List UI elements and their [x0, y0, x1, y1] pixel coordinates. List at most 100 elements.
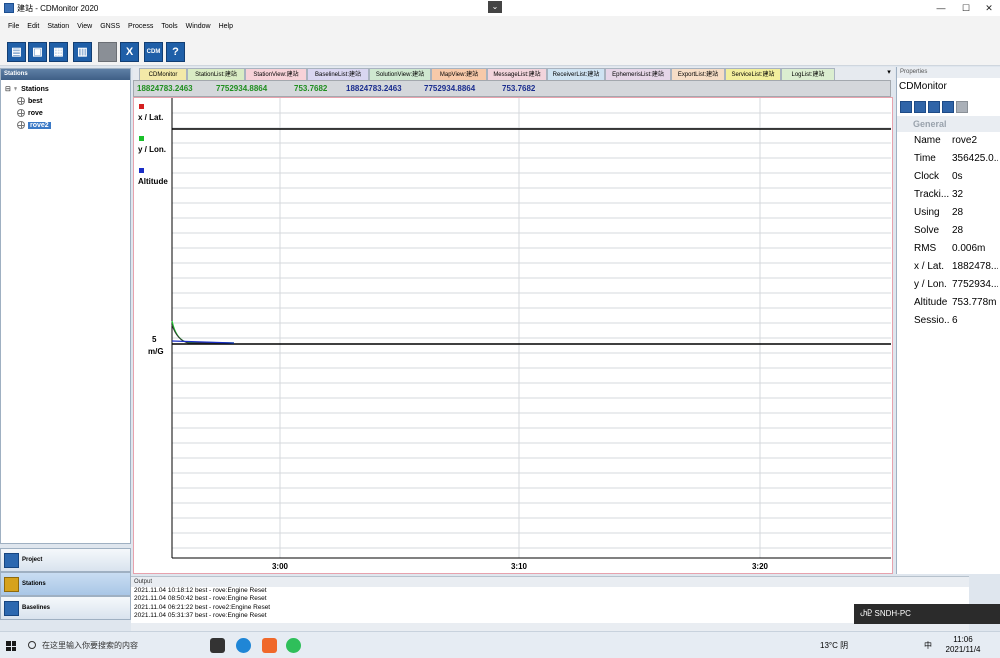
tab-overflow-icon[interactable]: ▾	[884, 68, 894, 78]
property-value: 0s	[952, 171, 963, 182]
tree-item-rove[interactable]: rove	[5, 107, 130, 119]
property-row[interactable]: Using 28	[897, 204, 1000, 222]
property-value: rove2	[952, 135, 978, 146]
legend-label: x / Lat.	[138, 113, 163, 122]
windows-start-icon[interactable]	[6, 641, 16, 651]
properties-group-general[interactable]: General	[897, 116, 1000, 132]
legend-swatch	[139, 104, 144, 109]
weather-widget[interactable]: 13°C 阴	[820, 640, 848, 651]
properties-grid: Name rove2 Time 356425.0... Clock 0s Tracki...…	[897, 132, 1000, 330]
property-row[interactable]: Name rove2	[897, 132, 1000, 150]
series-x-lat	[171, 324, 232, 344]
legend-label: y / Lon.	[138, 145, 166, 154]
property-row[interactable]: Clock 0s	[897, 168, 1000, 186]
tab-1[interactable]: StationList:建站	[187, 68, 245, 80]
tab-label: StationView:建站	[253, 72, 299, 78]
tab-label: StationList:建站	[195, 72, 237, 78]
property-row[interactable]: Time 356425.0...	[897, 150, 1000, 168]
tab-9[interactable]: ExportList:建站	[671, 68, 725, 80]
property-row[interactable]: x / Lat. 1882478...	[897, 258, 1000, 276]
properties-toolbar	[897, 98, 1000, 116]
tab-11[interactable]: LogList:建站	[781, 68, 835, 80]
clock[interactable]: 11:06 2021/11/4	[938, 635, 988, 655]
property-row[interactable]: Solve 28	[897, 222, 1000, 240]
wechat-icon[interactable]	[286, 638, 301, 653]
property-row[interactable]: y / Lon. 7752934...	[897, 276, 1000, 294]
events-icon[interactable]	[942, 101, 954, 113]
property-key: Name	[914, 135, 941, 146]
tree-item-best[interactable]: best	[5, 95, 130, 107]
close-button[interactable]: ✕	[978, 0, 1000, 16]
property-row[interactable]: Sessio... 6	[897, 312, 1000, 330]
property-pages-icon[interactable]	[956, 101, 968, 113]
taskview-icon[interactable]	[210, 638, 225, 653]
tab-3[interactable]: BaselineList:建站	[307, 68, 369, 80]
search-icon	[28, 641, 36, 649]
menu-process[interactable]: Process	[128, 23, 153, 30]
property-row[interactable]: Tracki... 32	[897, 186, 1000, 204]
log-line: 2021.11.04 10:18:12 best - rove:Engine R…	[134, 587, 267, 594]
close-project-icon[interactable]: X	[120, 42, 139, 62]
alphabetical-icon[interactable]	[914, 101, 926, 113]
taskbar-search[interactable]: 在这里输入你要搜索的内容	[26, 637, 198, 654]
project-button[interactable]: Project	[0, 548, 131, 572]
menu-gnss[interactable]: GNSS	[100, 23, 120, 30]
property-row[interactable]: RMS 0.006m	[897, 240, 1000, 258]
new-document-icon[interactable]: ▤	[7, 42, 26, 62]
coord-y-blue: 7752934.8864	[424, 84, 476, 93]
menu-edit[interactable]: Edit	[27, 23, 39, 30]
tab-5[interactable]: MapView:建站	[431, 68, 487, 80]
maximize-button[interactable]: ☐	[955, 0, 977, 16]
menu-file[interactable]: File	[8, 23, 19, 30]
app-icon-orange[interactable]	[262, 638, 277, 653]
tab-label: CDMonitor	[148, 72, 178, 78]
menu-station[interactable]: Station	[47, 23, 69, 30]
coord-alt-blue: 753.7682	[502, 84, 536, 93]
restore-down-icon[interactable]: ⌄	[488, 1, 502, 13]
disabled-tool-icon[interactable]	[98, 42, 117, 62]
menu-bar: File Edit Station View GNSS Process Tool…	[0, 16, 1000, 36]
properties-header: Properties	[897, 67, 1000, 78]
scale-label: 5	[152, 335, 157, 344]
property-key: RMS	[914, 243, 937, 254]
tree-root-label: Stations	[21, 85, 49, 93]
categorized-icon[interactable]	[900, 101, 912, 113]
menu-tools[interactable]: Tools	[161, 23, 177, 30]
export-icon[interactable]: ▥	[73, 42, 92, 62]
property-value: 1882478...	[952, 261, 998, 272]
minimize-button[interactable]: —	[930, 0, 952, 16]
property-row[interactable]: Altitude 753.778m	[897, 294, 1000, 312]
tab-2[interactable]: StationView:建站	[245, 68, 307, 80]
stations-button[interactable]: Stations	[0, 572, 131, 596]
remote-session-badge[interactable]: ႰႲ SNDH-PC	[854, 604, 1000, 624]
cdm-icon[interactable]: CDM	[144, 42, 163, 62]
property-key: x / Lat.	[914, 261, 945, 272]
tab-10[interactable]: ServiceList:建站	[725, 68, 781, 80]
collapse-icon[interactable]: ⊟	[5, 85, 11, 93]
open-folder-icon[interactable]: ▣	[28, 42, 47, 62]
menu-view[interactable]: View	[77, 23, 92, 30]
ime-indicator[interactable]: 中	[924, 640, 932, 651]
tab-4[interactable]: SolutionView:建站	[369, 68, 431, 80]
coordinate-band: 18824783.2463 7752934.8864 753.7682 1882…	[133, 80, 891, 97]
tab-7[interactable]: ReceiverList:建站	[547, 68, 605, 80]
output-scrollbar[interactable]	[131, 623, 969, 631]
menu-help[interactable]: Help	[219, 23, 233, 30]
edge-icon[interactable]	[236, 638, 251, 653]
property-key: Time	[914, 153, 936, 164]
menu-window[interactable]: Window	[186, 23, 211, 30]
property-value: 356425.0...	[952, 153, 998, 164]
tab-6[interactable]: MessageList:建站	[487, 68, 547, 80]
save-icon[interactable]: ▦	[49, 42, 68, 62]
properties-icon[interactable]	[928, 101, 940, 113]
help-icon[interactable]: ?	[166, 42, 185, 62]
tree-root[interactable]: ⊟ ♆ Stations	[5, 83, 130, 95]
tree-item-rove2[interactable]: rove2	[5, 119, 130, 131]
baselines-button[interactable]: Baselines	[0, 596, 131, 620]
tab-0[interactable]: CDMonitor	[139, 68, 187, 80]
title-bar: 建站 - CDMonitor 2020 ⌄ — ☐ ✕	[0, 0, 1000, 16]
property-key: Clock	[914, 171, 940, 182]
tab-8[interactable]: EphemerisList:建站	[605, 68, 671, 80]
station-chart[interactable]: x / Lat. y / Lon. Altitude 5 m/G 3:00 3:10 3:20	[133, 97, 893, 574]
legend-swatch	[139, 168, 144, 173]
